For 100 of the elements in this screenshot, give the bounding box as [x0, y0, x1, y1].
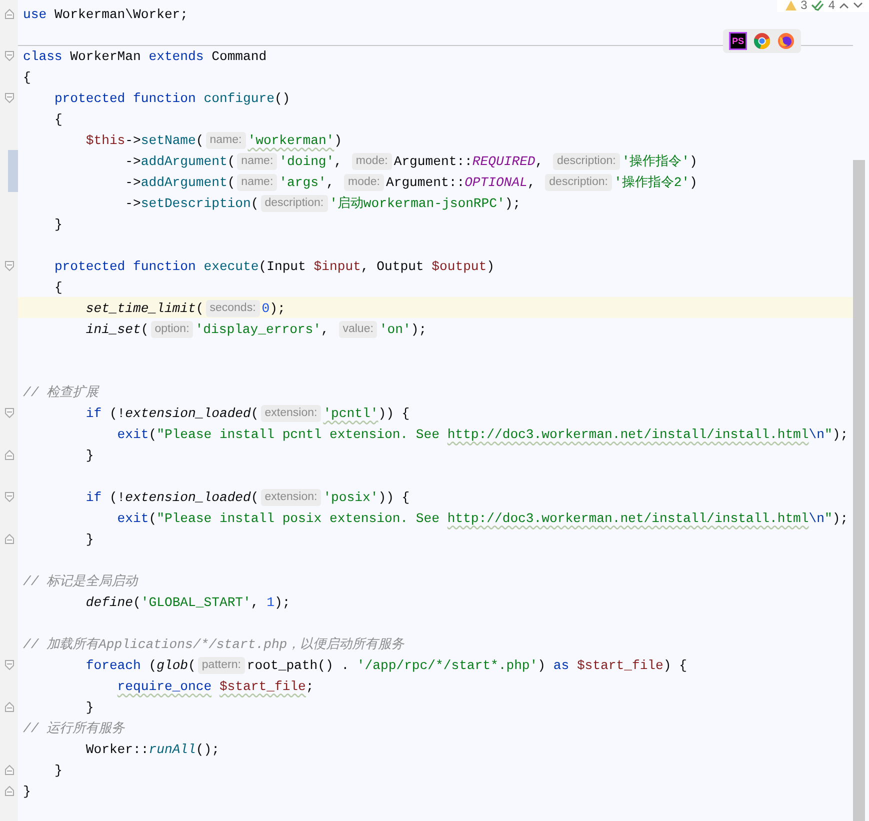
code-text: WorkerMan [70, 48, 142, 64]
code-text: ( [188, 658, 196, 672]
fold-icon[interactable] [4, 660, 14, 670]
parameter-hint: name: [237, 174, 278, 190]
function-call: set_time_limit [86, 300, 196, 316]
code-text: -> [125, 174, 141, 190]
string-literal: 'GLOBAL_START' [140, 594, 251, 610]
code-text: , Output [360, 258, 425, 274]
code-text: ( [148, 510, 157, 526]
code-text: ( [250, 196, 259, 210]
method-name: setDescription [140, 196, 251, 210]
method-name: addArgument [140, 154, 228, 168]
code-text: ) [334, 132, 342, 148]
ide-logo[interactable]: PS [729, 32, 747, 50]
string-literal: '/app/rpc/*/start*.php' [356, 658, 538, 672]
code-text: } [86, 448, 94, 462]
string-literal: "Please install posix extension. See [156, 510, 440, 526]
parameter-hint: value: [338, 320, 378, 338]
method-name: setName [140, 132, 196, 148]
warning-count: 3 [800, 0, 808, 12]
code-comment: // 检查扩展 [23, 384, 99, 401]
code-text: ); [832, 426, 848, 442]
scrollbar-thumb[interactable] [853, 160, 865, 821]
string-literal: 'posix' [323, 490, 378, 504]
browser-logo-icon[interactable] [753, 32, 771, 50]
code-comment: // 运行所有服务 [23, 720, 125, 737]
check-count: 4 [828, 0, 835, 12]
chevron-down-icon[interactable] [853, 2, 863, 8]
string-literal: '操作指令' [622, 153, 690, 170]
fold-icon[interactable] [4, 408, 14, 418]
code-text: ( [250, 490, 259, 504]
code-text: ( [196, 132, 204, 148]
code-text: , [527, 174, 536, 190]
unfold-icon[interactable] [4, 8, 14, 18]
code-text: -> [125, 132, 141, 148]
fold-icon[interactable] [4, 92, 14, 102]
parameter-hint: mode: [352, 152, 392, 170]
code-text: ( [196, 300, 204, 316]
code-text: ; [306, 678, 314, 694]
parameter-hint: pattern: [198, 656, 245, 674]
variable: $start_file [219, 678, 306, 694]
keyword: extends [148, 48, 204, 64]
constant: REQUIRED [472, 154, 536, 168]
parameter-hint: name: [206, 132, 246, 148]
constant: OPTIONAL [464, 174, 528, 190]
string-literal: " [824, 426, 832, 442]
browser-logo-icon[interactable] [777, 32, 795, 50]
keyword: protected function [54, 258, 197, 274]
keyword: use [23, 6, 47, 22]
code-text: ); [504, 196, 521, 210]
keyword: exit [117, 510, 149, 526]
double-check-icon [811, 0, 824, 10]
unfold-icon[interactable] [4, 764, 14, 774]
code-text: Workerman\Worker; [54, 6, 188, 22]
chevron-up-icon[interactable] [839, 2, 849, 8]
keyword: exit [117, 426, 149, 442]
code-text: ( [227, 174, 236, 190]
code-text: Command [212, 48, 267, 64]
code-text: ( [250, 406, 259, 420]
string-literal: 'pcntl' [323, 406, 378, 420]
code-text: ) [486, 258, 495, 274]
string-literal: 'doing' [279, 154, 334, 168]
code-text: Argument:: [386, 174, 465, 190]
string-literal: " [824, 510, 832, 526]
string-literal: 'display_errors' [195, 322, 322, 336]
parameter-hint: seconds: [206, 300, 260, 316]
unfold-icon[interactable] [4, 534, 14, 544]
keyword: as [553, 658, 570, 672]
code-text: (); [196, 742, 220, 756]
parameter-hint: mode: [344, 174, 384, 190]
code-text: ); [270, 300, 286, 316]
variable: $start_file [576, 658, 664, 672]
unfold-icon[interactable] [4, 702, 14, 712]
parameter-hint: description: [553, 152, 620, 170]
unfold-icon[interactable] [4, 786, 14, 796]
function-name: execute [204, 258, 259, 274]
code-text: ) [538, 658, 547, 672]
fold-icon[interactable] [4, 50, 14, 60]
string-literal: '操作指令2' [614, 174, 690, 191]
code-text: ); [274, 594, 290, 610]
fold-icon[interactable] [4, 260, 14, 270]
parameter-hint: name: [237, 152, 278, 170]
code-text: , [535, 154, 544, 168]
code-text: () [274, 90, 290, 106]
code-text: root_path() . [246, 658, 350, 672]
code-text: ); [410, 322, 427, 336]
function-call: glob [156, 658, 188, 672]
fold-icon[interactable] [4, 492, 14, 502]
code-text: Argument:: [394, 154, 472, 168]
parameter-hint: extension: [260, 488, 322, 506]
code-text: } [86, 700, 94, 714]
code-text: -> [125, 154, 141, 168]
string-literal: '启动workerman-jsonRPC' [330, 195, 505, 212]
keyword: protected function [54, 90, 197, 106]
code-text: ( [133, 594, 141, 610]
keyword: require_once [117, 678, 212, 694]
unfold-icon[interactable] [4, 450, 14, 460]
code-text: } [54, 216, 62, 232]
code-text: } [23, 784, 31, 798]
inspection-widget[interactable]: 3 4 [776, 0, 869, 12]
